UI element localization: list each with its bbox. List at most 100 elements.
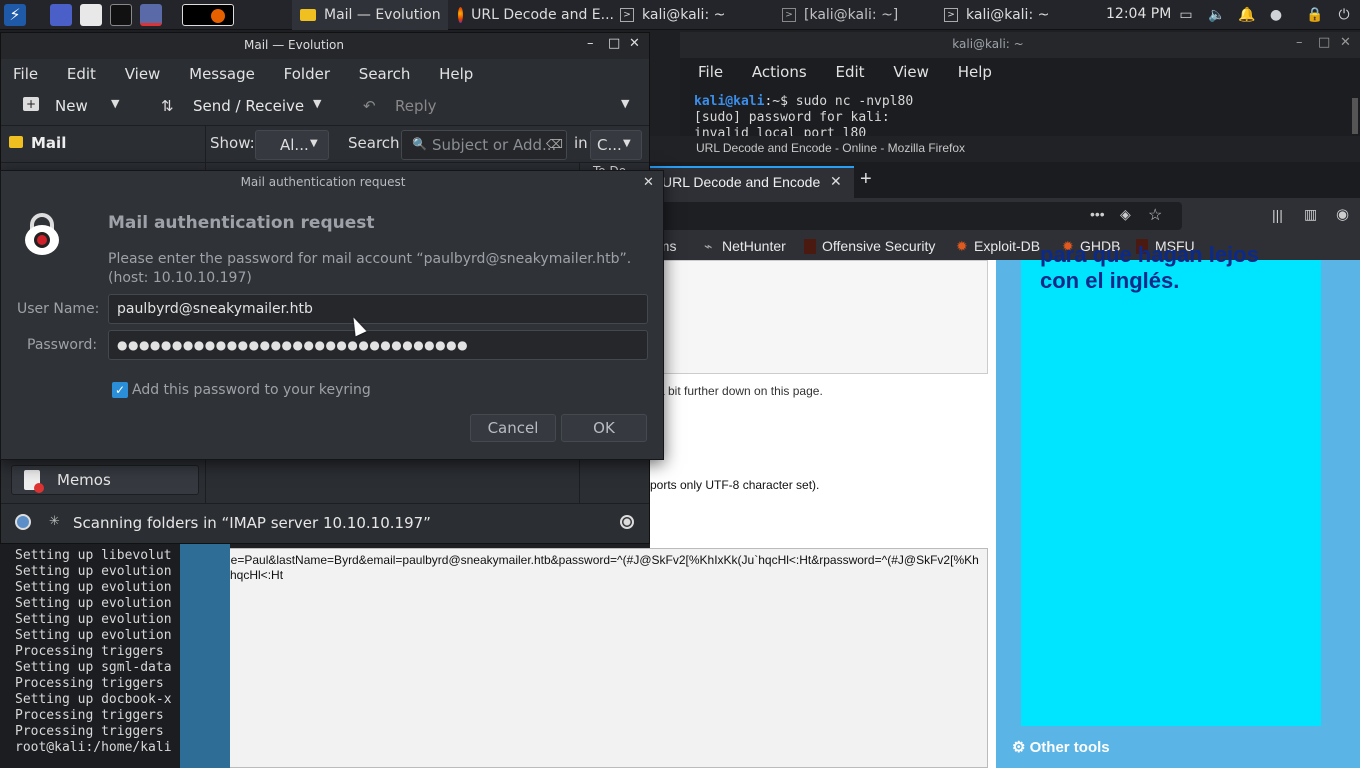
menu-help[interactable]: Help (958, 63, 992, 81)
task-terminal-2[interactable]: > [kali@kali: ~] (778, 0, 934, 30)
bookmark-nethunter[interactable]: NetHunter (722, 238, 786, 254)
spinner-icon: ✳ (49, 514, 60, 529)
memos-switcher-button[interactable]: Memos (11, 465, 199, 495)
bookmark-exploit-db[interactable]: Exploit-DB (974, 238, 1040, 254)
menu-file[interactable]: File (698, 63, 723, 81)
menu-view[interactable]: View (125, 65, 161, 83)
new-tab-icon[interactable]: + (860, 168, 872, 191)
menu-help[interactable]: Help (439, 65, 473, 83)
account-icon[interactable]: ◉ (1336, 205, 1349, 223)
firefox-title: URL Decode and Encode - Online - Mozilla… (696, 141, 966, 155)
minimize-icon[interactable]: – (587, 36, 594, 51)
workspace-icon[interactable] (50, 4, 72, 26)
maximize-icon[interactable]: □ (608, 36, 620, 51)
desktop-wallpaper-strip (180, 544, 230, 768)
reply-icon: ↶ (363, 97, 376, 115)
terminal-icon: > (944, 8, 958, 22)
volume-icon[interactable]: 🔈 (1208, 7, 1225, 23)
username-field[interactable]: paulbyrd@sneakymailer.htb (108, 294, 648, 324)
cancel-button[interactable]: Cancel (470, 414, 556, 442)
terminal-output[interactable]: kali@kali:~$ sudo nc -nvpl80 [sudo] pass… (694, 94, 1334, 136)
lock-icon[interactable]: 🔒 (1306, 7, 1323, 23)
stop-activity-icon[interactable] (620, 515, 634, 529)
in-label: in (574, 134, 588, 152)
sidebar-title: Mail (31, 134, 67, 152)
chevron-down-icon: ▼ (310, 138, 318, 149)
terminal-titlebar: kali@kali: ~ – □ ✕ (680, 32, 1360, 58)
search-input[interactable]: 🔍 Subject or Add... ⌫ (401, 130, 567, 160)
password-field[interactable]: ●●●●●●●●●●●●●●●●●●●●●●●●●●●●●●●● (108, 330, 648, 360)
tab-close-icon[interactable]: ✕ (830, 173, 842, 190)
ad-banner[interactable]: para que hagan lejos con el inglés. (1021, 242, 1321, 726)
scope-dropdown[interactable]: C... ▼ (590, 130, 642, 160)
firefox-icon (458, 7, 464, 23)
menu-actions[interactable]: Actions (752, 63, 807, 81)
terminal-scrollbar[interactable] (1352, 98, 1358, 134)
kali-menu-icon[interactable]: ⚡ (4, 4, 26, 26)
terminal-title: kali@kali: ~ (952, 37, 1024, 51)
close-icon[interactable]: ✕ (629, 36, 640, 51)
nethunter-icon: ⌁ (704, 238, 713, 254)
task-terminal-1[interactable]: > kali@kali: ~ (616, 0, 772, 30)
keyring-checkbox[interactable]: ✓ (112, 382, 128, 398)
output-textarea[interactable]: firstName=Paul&lastName=Byrd&email=paulb… (180, 548, 988, 768)
toolbar-overflow-icon[interactable]: ▼ (621, 97, 629, 110)
library-icon[interactable]: ||| (1272, 207, 1283, 223)
menu-folder[interactable]: Folder (284, 65, 330, 83)
show-dropdown[interactable]: Al... ▼ (255, 130, 329, 160)
new-dropdown-icon[interactable]: ▼ (111, 97, 119, 110)
url-bar[interactable]: ••• ◈ ☆ (650, 202, 1182, 230)
menu-edit[interactable]: Edit (67, 65, 96, 83)
menu-edit[interactable]: Edit (835, 63, 864, 81)
close-icon[interactable]: ✕ (1340, 35, 1351, 50)
notification-bell-icon[interactable]: 🔔 (1238, 7, 1255, 23)
menu-message[interactable]: Message (189, 65, 255, 83)
task-terminal-3[interactable]: > kali@kali: ~ (940, 0, 1090, 30)
task-firefox[interactable]: URL Decode and E... (452, 0, 614, 30)
bookmark-offensive-security[interactable]: Offensive Security (822, 238, 935, 254)
pocket-icon[interactable]: ◈ (1120, 206, 1131, 223)
dialog-message: Please enter the password for mail accou… (108, 251, 632, 267)
firefox-window: URL Decode and Encode - Online - Mozilla… (180, 136, 1360, 768)
search-icon: 🔍 (412, 137, 427, 151)
menu-search[interactable]: Search (359, 65, 411, 83)
dialog-close-icon[interactable]: ✕ (643, 175, 654, 190)
clock[interactable]: 12:04 PM (1106, 6, 1171, 22)
other-tools-link[interactable]: ⚙ Other tools (1012, 738, 1110, 756)
bookmark-star-icon[interactable]: ☆ (1148, 205, 1162, 225)
ok-button[interactable]: OK (561, 414, 647, 442)
exploitdb-icon: ✹ (956, 238, 968, 254)
task-evolution[interactable]: Mail — Evolution (292, 0, 448, 30)
display-icon[interactable]: ▭ (1178, 7, 1194, 23)
terminal-window-left[interactable]: Setting up libevolut Setting up evolutio… (0, 544, 180, 768)
evolution-menubar: File Edit View Message Folder Search Hel… (13, 65, 497, 83)
reply-button[interactable]: Reply (395, 97, 437, 115)
evolution-toolbar: + New ▼ ⇅ Send / Receive ▼ ↶ Reply ▼ (1, 91, 649, 123)
menu-file[interactable]: File (13, 65, 38, 83)
input-textarea[interactable] (650, 260, 988, 374)
menu-view[interactable]: View (893, 63, 929, 81)
file-manager-icon[interactable] (80, 4, 102, 26)
password-key-icon (25, 213, 59, 255)
send-receive-button[interactable]: Send / Receive (193, 97, 304, 115)
sidebar-icon[interactable]: ▥ (1304, 206, 1317, 223)
recorder-icon[interactable] (140, 4, 162, 26)
network-icon[interactable]: ● (1268, 7, 1284, 23)
firefox-launcher-icon[interactable] (182, 4, 234, 26)
taskbar: ⚡ Mail — Evolution URL Decode and E... >… (0, 0, 1360, 30)
power-icon[interactable]: ⏻ (1336, 7, 1352, 23)
maximize-icon[interactable]: □ (1318, 35, 1330, 50)
mail-folder-icon (9, 136, 23, 148)
send-receive-dropdown-icon[interactable]: ▼ (313, 97, 321, 110)
new-button[interactable]: New (55, 97, 88, 115)
status-text: Scanning folders in “IMAP server 10.10.1… (73, 514, 431, 532)
offsec-icon (804, 239, 816, 254)
terminal-launcher-icon[interactable] (110, 4, 132, 26)
clear-search-icon[interactable]: ⌫ (546, 137, 563, 151)
online-status-icon[interactable] (15, 514, 31, 530)
terminal-menubar: File Actions Edit View Help (698, 63, 1016, 81)
mail-icon (300, 9, 316, 21)
minimize-icon[interactable]: – (1296, 35, 1303, 50)
page-actions-icon[interactable]: ••• (1090, 206, 1105, 222)
firefox-tab[interactable]: URL Decode and Encode (662, 174, 820, 190)
